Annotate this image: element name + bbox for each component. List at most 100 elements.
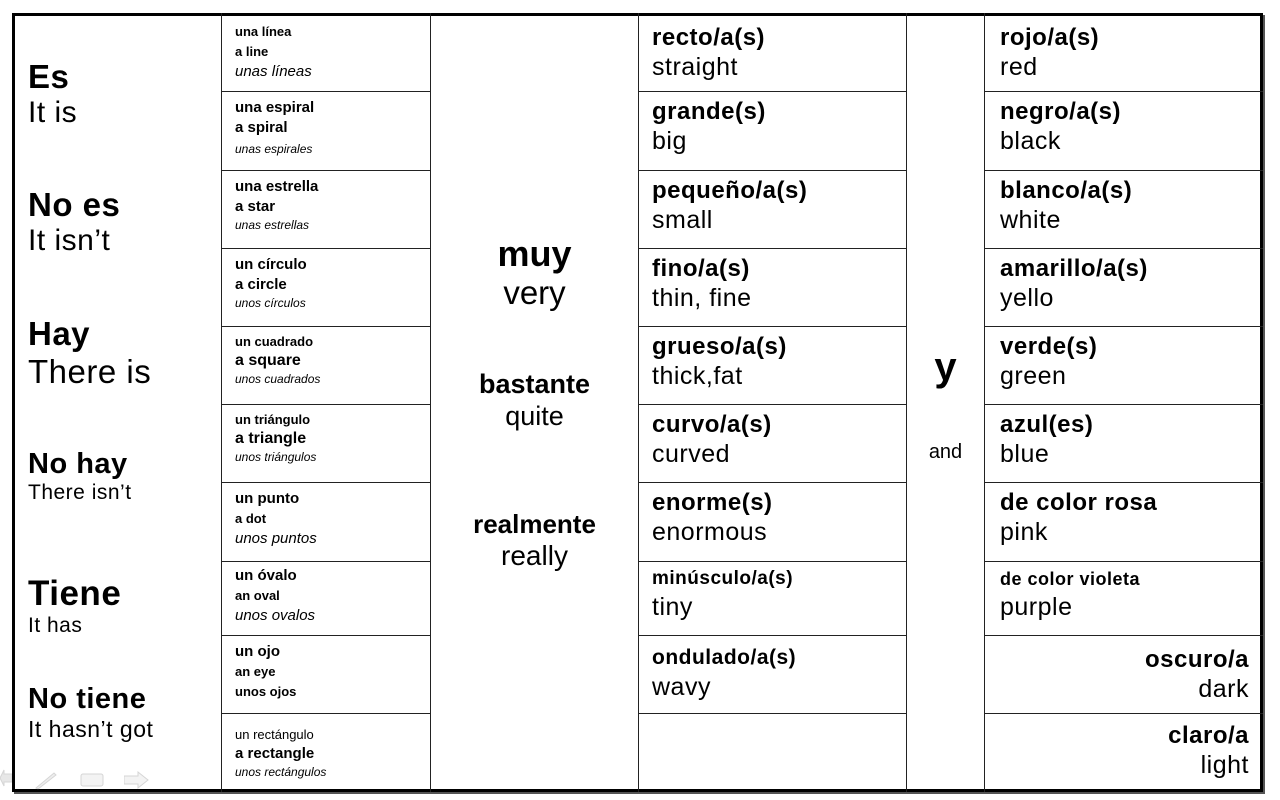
- colour-row: de color rosa pink: [984, 483, 1263, 562]
- adjective-spanish: fino/a(s): [652, 255, 750, 282]
- next-slide-icon[interactable]: [123, 770, 150, 795]
- shape-english: an oval: [235, 588, 280, 603]
- shape-singular: un ojo: [235, 643, 280, 660]
- modifier-spanish: realmente: [473, 509, 596, 539]
- colour-english: yello: [1000, 284, 1054, 312]
- verb-entry: No tiene It hasn’t got: [28, 683, 153, 743]
- shape-plural: unos triángulos: [235, 450, 317, 464]
- shape-plural: unos ovalos: [235, 607, 316, 624]
- adjective-spanish: minúsculo/a(s): [652, 568, 794, 589]
- shape-english: a circle: [235, 276, 287, 293]
- slideshow-controls: [0, 768, 160, 792]
- adjective-english: curved: [652, 440, 731, 468]
- colour-row: de color violeta purple: [984, 562, 1263, 636]
- colour-spanish: rojo/a(s): [1000, 24, 1100, 51]
- shape-plural: unos ojos: [235, 684, 297, 699]
- shape-row: un punto a dot unos puntos: [221, 483, 430, 562]
- verb-english: It is: [28, 96, 78, 129]
- colour-row: blanco/a(s) white: [984, 171, 1263, 249]
- shape-english: an eye: [235, 664, 276, 679]
- colour-row: rojo/a(s) red: [984, 16, 1263, 92]
- colour-row: negro/a(s) black: [984, 92, 1263, 171]
- verb-spanish: No es: [28, 186, 121, 223]
- colour-row: claro/a light: [984, 714, 1263, 790]
- shape-english: a rectangle: [235, 745, 315, 762]
- adjective-english: straight: [652, 53, 738, 81]
- shape-singular: una línea: [235, 24, 292, 39]
- colour-spanish: blanco/a(s): [1000, 177, 1133, 204]
- colour-spanish: amarillo/a(s): [1000, 255, 1148, 282]
- shape-plural: unos cuadrados: [235, 372, 321, 386]
- colour-spanish: claro/a: [1168, 722, 1249, 749]
- verb-english: It hasn’t got: [28, 716, 154, 742]
- colour-english: light: [1200, 751, 1249, 779]
- shape-plural: unos puntos: [235, 530, 317, 547]
- shape-singular: un círculo: [235, 256, 307, 273]
- adjective-row: grueso/a(s) thick,fat: [638, 327, 906, 405]
- colour-row: verde(s) green: [984, 327, 1263, 405]
- shape-plural: unos rectángulos: [235, 765, 327, 779]
- shape-english: a square: [235, 352, 301, 369]
- shape-singular: una estrella: [235, 178, 319, 195]
- modifier-english: quite: [505, 401, 564, 431]
- adjective-row: fino/a(s) thin, fine: [638, 249, 906, 327]
- colour-spanish: azul(es): [1000, 411, 1094, 438]
- shape-plural: unas espirales: [235, 142, 313, 156]
- colour-english: blue: [1000, 440, 1050, 468]
- adjective-english: thin, fine: [652, 284, 752, 312]
- shape-singular: un cuadrado: [235, 334, 314, 349]
- adjective-row: minúsculo/a(s) tiny: [638, 562, 906, 636]
- shape-plural: unos círculos: [235, 296, 306, 310]
- adjective-spanish: grande(s): [652, 98, 766, 125]
- shape-row: un rectángulo a rectangle unos rectángul…: [221, 714, 430, 790]
- shape-singular: un triángulo: [235, 412, 311, 427]
- verb-english: There is: [28, 353, 152, 390]
- slide-menu-icon[interactable]: [80, 772, 104, 793]
- conjunction-english: and: [928, 441, 963, 463]
- modifier-entry: bastante quite: [431, 368, 638, 432]
- verb-english: There isn’t: [28, 481, 132, 504]
- verb-entry: No hay There isn’t: [28, 448, 132, 505]
- verb-entry: Hay There is: [28, 315, 151, 391]
- adjective-spanish: curvo/a(s): [652, 411, 772, 438]
- colour-spanish: verde(s): [1000, 333, 1098, 360]
- shape-singular: una espiral: [235, 99, 315, 116]
- colour-english: purple: [1000, 593, 1073, 621]
- verb-spanish: No hay: [28, 448, 128, 480]
- verb-spanish: Tiene: [28, 574, 122, 613]
- modifier-spanish: bastante: [478, 369, 591, 399]
- colour-row: azul(es) blue: [984, 405, 1263, 483]
- shape-plural: unas líneas: [235, 63, 312, 80]
- verb-spanish: No tiene: [28, 683, 147, 715]
- conjunction-spanish: y: [934, 345, 957, 389]
- adjective-spanish: ondulado/a(s): [652, 646, 797, 669]
- verb-spanish: Hay: [28, 315, 91, 352]
- shape-row: un triángulo a triangle unos triángulos: [221, 405, 430, 483]
- adjective-row: enorme(s) enormous: [638, 483, 906, 562]
- verb-entry: Tiene It has: [28, 574, 121, 638]
- colour-spanish: de color rosa: [1000, 489, 1158, 516]
- shape-row: una espiral a spiral unas espirales: [221, 92, 430, 171]
- pen-icon[interactable]: [34, 770, 58, 795]
- shape-english: a line: [235, 44, 269, 59]
- adjective-row: grande(s) big: [638, 92, 906, 171]
- colour-row: oscuro/a dark: [984, 636, 1263, 714]
- colour-spanish: negro/a(s): [1000, 98, 1122, 125]
- adjective-english: thick,fat: [652, 362, 743, 390]
- shape-english: a spiral: [235, 119, 288, 136]
- adjective-row: curvo/a(s) curved: [638, 405, 906, 483]
- shape-row: un círculo a circle unos círculos: [221, 249, 430, 327]
- shape-row: una línea a line unas líneas: [221, 16, 430, 92]
- colour-english: pink: [1000, 518, 1048, 546]
- verb-entry: Es It is: [28, 58, 77, 130]
- colour-row: amarillo/a(s) yello: [984, 249, 1263, 327]
- column-divider: [906, 13, 907, 792]
- shape-english: a dot: [235, 511, 267, 526]
- shape-row: un óvalo an oval unos ovalos: [221, 562, 430, 636]
- colour-english: red: [1000, 53, 1038, 81]
- adjective-row: ondulado/a(s) wavy: [638, 636, 906, 714]
- previous-slide-icon[interactable]: [0, 768, 13, 793]
- adjective-row: pequeño/a(s) small: [638, 171, 906, 249]
- shape-singular: un punto: [235, 490, 300, 507]
- adjective-english: wavy: [652, 673, 711, 701]
